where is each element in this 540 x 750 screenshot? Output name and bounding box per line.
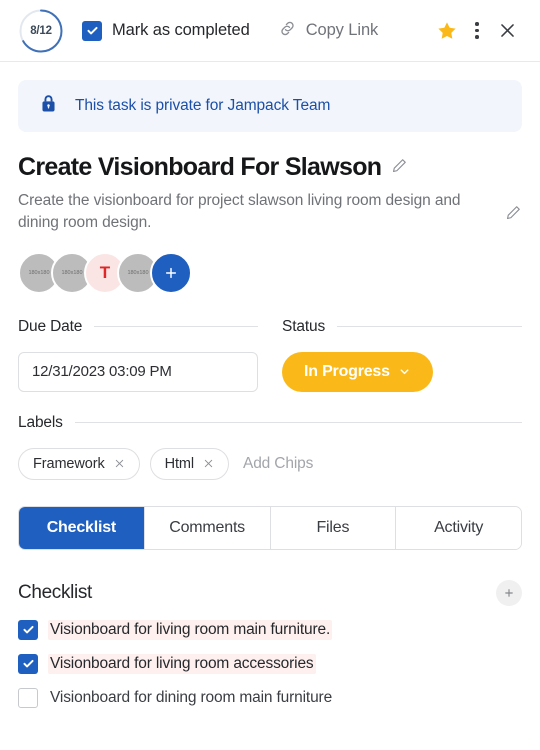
- copy-link-button[interactable]: Copy Link: [278, 19, 378, 43]
- divider: [337, 326, 522, 327]
- labels-chips-row: Framework Html Add Chips: [18, 447, 522, 480]
- description-edit-pencil-icon[interactable]: [505, 190, 522, 226]
- checklist-item[interactable]: Visionboard for living room main furnitu…: [18, 619, 522, 640]
- checklist-item[interactable]: Visionboard for dining room main furnitu…: [18, 687, 522, 708]
- plus-icon: [165, 267, 177, 278]
- label-chip[interactable]: Framework: [18, 447, 140, 480]
- checklist-item-checkbox[interactable]: [18, 619, 38, 640]
- due-date-value: 12/31/2023 03:09 PM: [32, 363, 172, 380]
- meta-fields: Due Date 12/31/2023 03:09 PM Status In P…: [18, 318, 522, 392]
- link-icon: [278, 19, 297, 43]
- top-toolbar: 8/12 Mark as completed Copy Link: [0, 0, 540, 62]
- status-header: Status: [282, 318, 522, 336]
- assignee-avatar-group: 180x180 180x180 T 180x180: [18, 251, 540, 294]
- chevron-down-icon: [400, 369, 409, 375]
- task-description: Create the visionboard for project slaws…: [18, 191, 461, 231]
- check-icon: [22, 625, 34, 634]
- avatar-initial-text: T: [99, 262, 111, 282]
- copy-link-label: Copy Link: [305, 21, 379, 39]
- mark-completed-checkbox[interactable]: [82, 20, 102, 41]
- star-icon: [438, 21, 456, 39]
- star-button[interactable]: [432, 16, 462, 46]
- labels-section: Labels Framework Html Add Chips: [18, 414, 522, 480]
- lock-icon: [38, 93, 59, 119]
- tab-bar: Checklist Comments Files Activity: [18, 505, 522, 550]
- tab-files[interactable]: Files: [269, 506, 396, 549]
- plus-icon: [505, 588, 513, 597]
- chip-remove-close-icon[interactable]: [114, 458, 125, 469]
- task-title-row: Create Visionboard For Slawson: [18, 153, 522, 182]
- tab-comments[interactable]: Comments: [143, 506, 270, 549]
- divider: [74, 422, 522, 423]
- checklist-item-text: Visionboard for living room accessories: [48, 653, 316, 674]
- page-title: Create Visionboard For Slawson: [18, 153, 382, 181]
- checklist-item-text: Visionboard for living room main furnitu…: [48, 619, 333, 640]
- close-icon: [500, 24, 514, 37]
- checklist-item[interactable]: Visionboard for living room accessories: [18, 653, 522, 674]
- title-edit-pencil-icon[interactable]: [391, 157, 408, 179]
- label-chip-text: Html: [164, 455, 195, 472]
- label-chip[interactable]: Html: [149, 447, 230, 480]
- checklist-title: Checklist: [18, 581, 92, 603]
- mark-completed-label: Mark as completed: [112, 21, 250, 39]
- divider: [94, 326, 258, 327]
- mark-as-completed-toggle[interactable]: Mark as completed: [82, 20, 250, 41]
- due-date-field: Due Date 12/31/2023 03:09 PM: [18, 318, 258, 392]
- checklist-section: Checklist Visionboard for living room ma…: [18, 579, 522, 708]
- private-banner-text: This task is private for Jampack Team: [75, 97, 331, 114]
- check-icon: [22, 659, 34, 668]
- labels-header: Labels: [18, 414, 522, 432]
- labels-label: Labels: [18, 413, 63, 431]
- checklist-item-checkbox[interactable]: [18, 653, 38, 674]
- task-description-row: Create the visionboard for project slaws…: [18, 190, 522, 234]
- avatar-placeholder-text: 180x180: [61, 269, 83, 276]
- add-assignee-button[interactable]: [150, 251, 192, 294]
- avatar-placeholder-text: 180x180: [127, 269, 149, 276]
- status-field: Status In Progress: [282, 318, 522, 392]
- due-date-input[interactable]: 12/31/2023 03:09 PM: [18, 351, 258, 392]
- private-task-banner: This task is private for Jampack Team: [18, 80, 522, 132]
- tab-activity[interactable]: Activity: [395, 506, 521, 549]
- check-icon: [86, 26, 98, 35]
- label-chip-text: Framework: [33, 455, 105, 472]
- checklist-item-checkbox[interactable]: [18, 687, 38, 708]
- checklist-item-text: Visionboard for dining room main furnitu…: [50, 688, 333, 706]
- add-checklist-item-button[interactable]: [496, 579, 522, 606]
- add-chips-input[interactable]: Add Chips: [243, 455, 313, 473]
- status-value: In Progress: [304, 362, 390, 380]
- chip-remove-close-icon[interactable]: [203, 458, 214, 469]
- avatar-placeholder-text: 180x180: [28, 269, 50, 276]
- more-options-button[interactable]: [462, 16, 492, 46]
- status-dropdown[interactable]: In Progress: [282, 351, 433, 392]
- status-label: Status: [282, 317, 326, 335]
- tab-checklist[interactable]: Checklist: [19, 506, 144, 549]
- more-vertical-icon: [475, 22, 479, 39]
- progress-label: 8/12: [30, 24, 52, 37]
- due-date-label: Due Date: [18, 317, 83, 335]
- due-date-header: Due Date: [18, 318, 258, 336]
- progress-ring: 8/12: [18, 8, 64, 54]
- close-button[interactable]: [492, 16, 522, 46]
- checklist-header: Checklist: [18, 579, 522, 606]
